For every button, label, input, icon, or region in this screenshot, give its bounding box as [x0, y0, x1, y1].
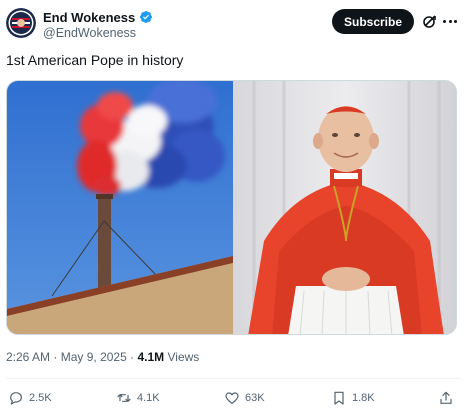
share-icon [440, 391, 452, 404]
reply-button[interactable]: 2.5K [8, 389, 52, 407]
tweet-header: End Wokeness @EndWokeness Subscribe [0, 0, 467, 48]
repost-icon [117, 394, 131, 402]
views-count: 4.1M [137, 350, 165, 364]
avatar-image [6, 8, 36, 38]
bookmark-count: 1.8K [352, 392, 375, 404]
subscribe-button[interactable]: Subscribe [332, 9, 414, 34]
author-handle[interactable]: @EndWokeness [43, 26, 136, 40]
repost-count: 4.1K [137, 392, 160, 404]
tweet-meta: 2:26 AM · May 9, 2025 · 4.1M Views [6, 350, 199, 364]
heart-icon [225, 392, 239, 404]
tweet-text: 1st American Pope in history [6, 52, 184, 68]
more-icon[interactable] [441, 13, 459, 29]
chimney-smoke-photo[interactable] [7, 81, 233, 334]
author-name-row[interactable]: End Wokeness [43, 9, 153, 25]
bookmark-button[interactable]: 1.8K [331, 389, 375, 407]
reply-icon [10, 392, 22, 405]
like-count: 63K [245, 392, 265, 404]
avatar[interactable] [6, 8, 36, 38]
grok-icon[interactable] [422, 13, 438, 29]
divider [6, 378, 461, 379]
bookmark-icon [334, 391, 344, 405]
reply-count: 2.5K [29, 392, 52, 404]
tweet-time[interactable]: 2:26 AM [6, 350, 50, 364]
verified-badge-icon [139, 10, 153, 24]
share-button[interactable] [438, 389, 454, 407]
tweet-date[interactable]: May 9, 2025 [61, 350, 127, 364]
meta-separator: · [53, 350, 61, 364]
views-label: Views [167, 350, 200, 364]
media-grid [6, 80, 457, 335]
repost-button[interactable]: 4.1K [116, 389, 160, 407]
author-display-name[interactable]: End Wokeness [43, 10, 135, 25]
cardinal-portrait-photo[interactable] [234, 81, 456, 334]
like-button[interactable]: 63K [224, 389, 265, 407]
